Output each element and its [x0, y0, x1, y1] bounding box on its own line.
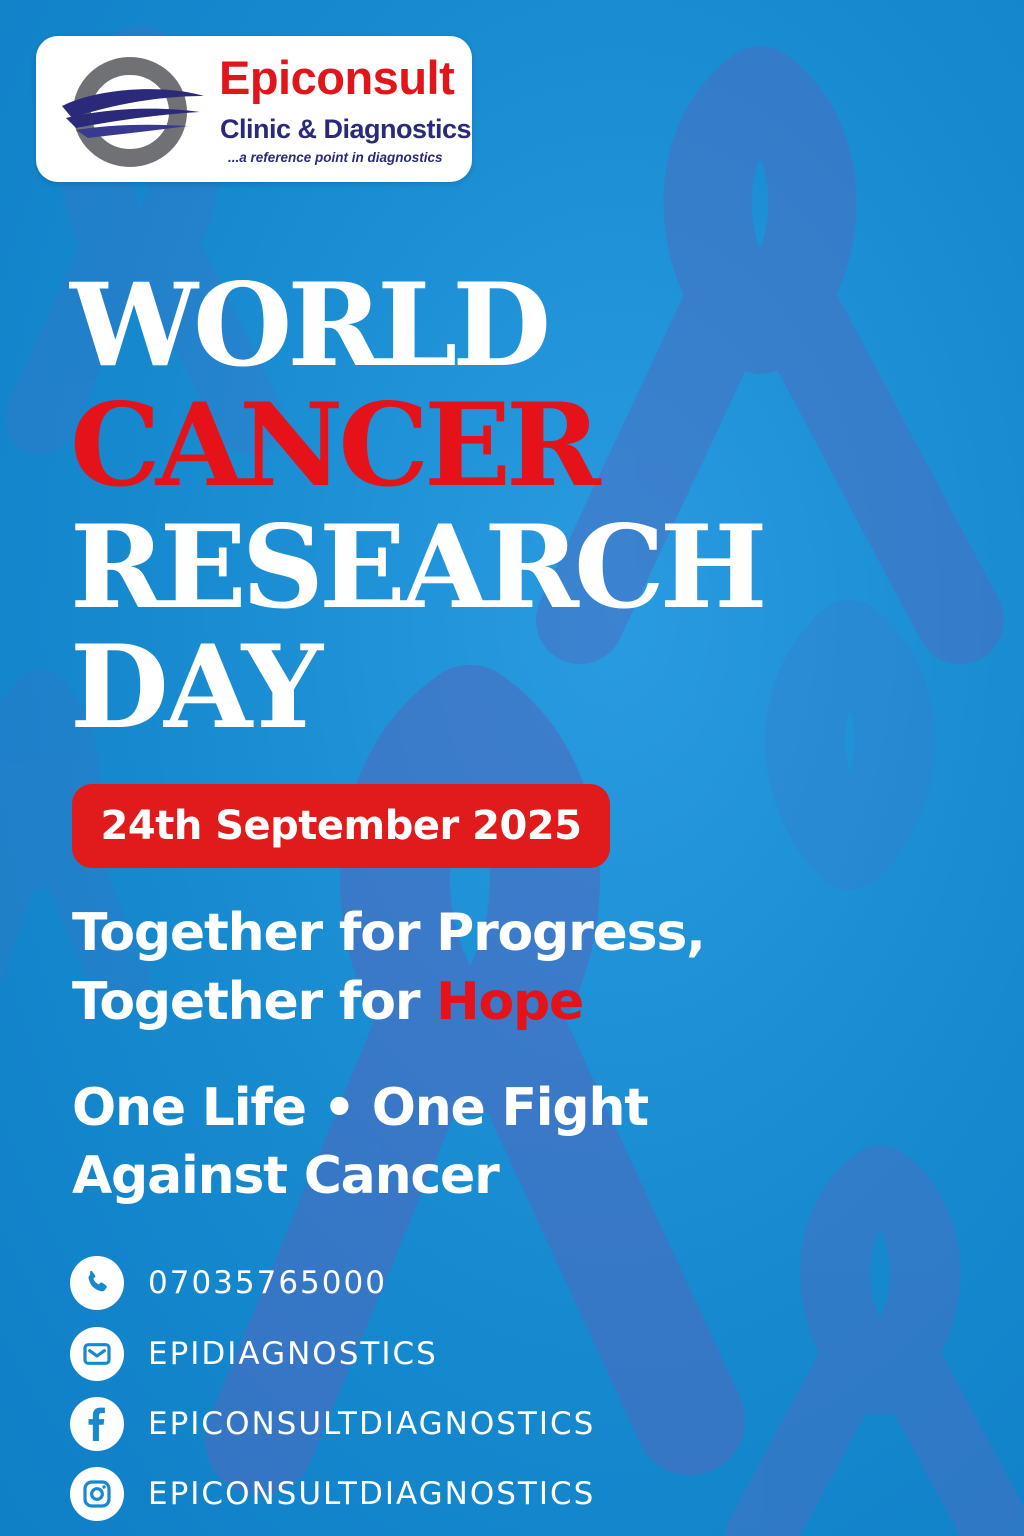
brand-subtitle: Clinic & Diagnostics — [220, 114, 472, 144]
brand-tagline: ...a reference point in diagnostics — [228, 150, 443, 165]
ribbon-icon — [765, 600, 935, 890]
slogan-line-2-prefix: Together for — [72, 972, 437, 1032]
instagram-icon — [70, 1467, 124, 1521]
headline-line-1: WORLD — [70, 258, 551, 392]
contact-phone-text: 07035765000 — [148, 1265, 387, 1301]
slogan-highlight-hope: Hope — [436, 972, 584, 1032]
headline-line-4: DAY — [70, 620, 323, 754]
contact-instagram-text: EPICONSULTDIAGNOSTICS — [148, 1476, 596, 1512]
headline-line-2: CANCER — [70, 378, 601, 512]
contact-email[interactable]: EPIDIAGNOSTICS — [70, 1326, 438, 1382]
event-date: 24th September 2025 — [100, 803, 582, 849]
contact-phone[interactable]: 07035765000 — [70, 1255, 387, 1311]
contact-instagram[interactable]: EPICONSULTDIAGNOSTICS — [70, 1466, 595, 1522]
slogan-line-1: Together for Progress, — [72, 903, 706, 963]
ribbon-icon — [725, 1145, 1024, 1536]
contact-email-text: EPIDIAGNOSTICS — [148, 1336, 438, 1372]
headline-line-3: RESEARCH — [70, 500, 767, 634]
brand-logo-card: Epiconsult Clinic & Diagnostics ...a ref… — [36, 36, 472, 182]
slogan-line-4: Against Cancer — [72, 1146, 500, 1206]
slogan-line-3: One Life • One Fight — [72, 1078, 649, 1138]
date-badge: 24th September 2025 — [72, 784, 610, 868]
facebook-icon — [70, 1397, 124, 1451]
poster: Epiconsult Clinic & Diagnostics ...a ref… — [0, 0, 1024, 1536]
email-icon — [70, 1327, 124, 1381]
phone-icon — [70, 1256, 124, 1310]
contact-facebook-text: EPICONSULTDIAGNOSTICS — [148, 1406, 596, 1442]
contact-facebook[interactable]: EPICONSULTDIAGNOSTICS — [70, 1396, 595, 1452]
slogan-line-2: Together for Hope — [72, 976, 584, 1028]
epiconsult-logo-icon — [62, 57, 204, 167]
brand-name: Epiconsult — [219, 51, 455, 104]
